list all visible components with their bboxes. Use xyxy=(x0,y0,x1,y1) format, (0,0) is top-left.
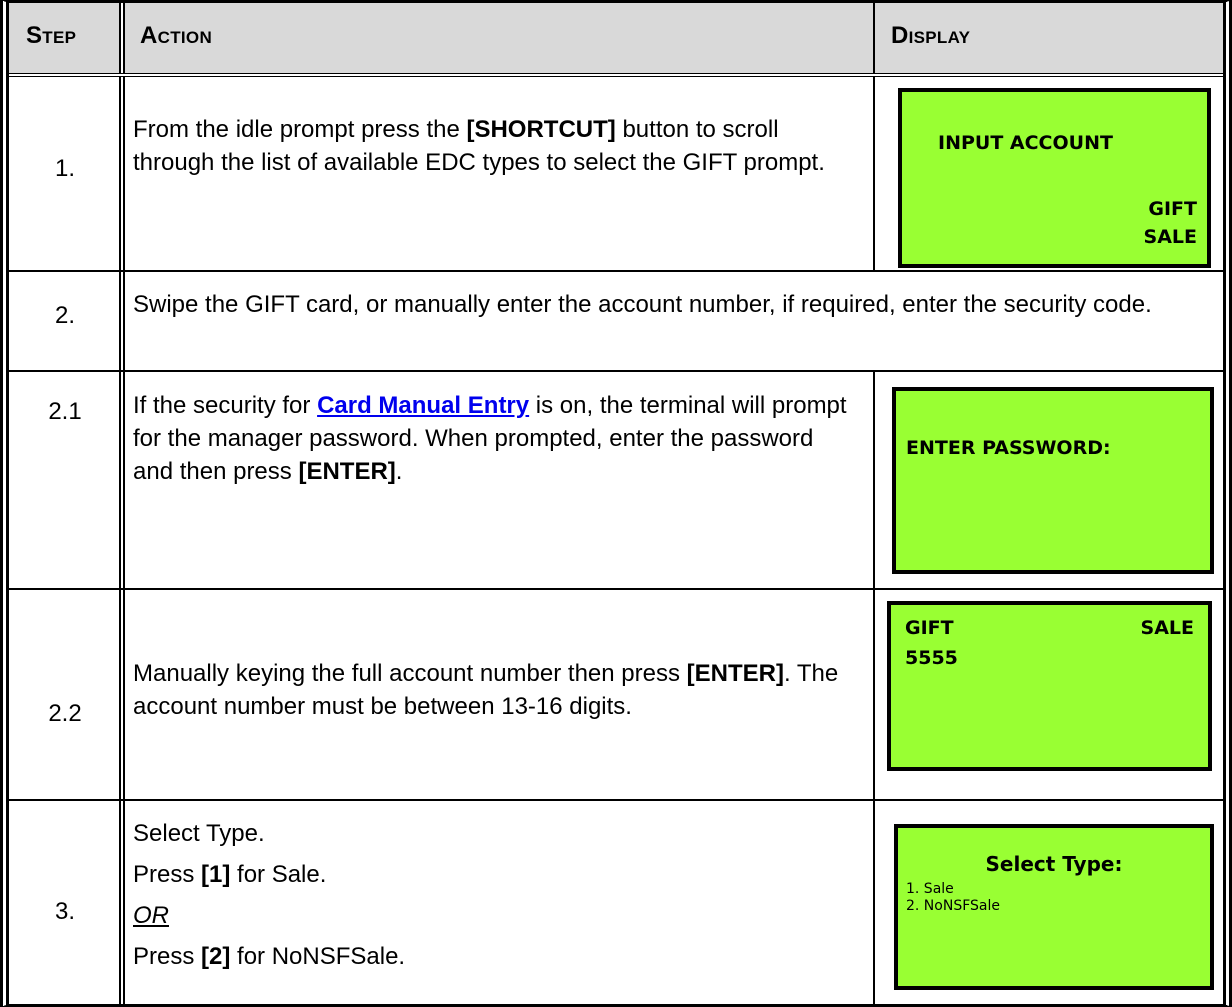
row-divider xyxy=(9,73,1223,77)
key-label: [SHORTCUT] xyxy=(466,116,616,143)
header-step: Step xyxy=(26,22,76,50)
lcd-line: SALE xyxy=(1143,226,1197,248)
key-label: [2] xyxy=(201,943,231,970)
action-text-part: From the idle prompt press the xyxy=(133,116,467,143)
action-line: Press [2] for NoNSFSale. xyxy=(133,936,853,977)
action-text: Select Type. Press [1] for Sale. OR Pres… xyxy=(133,813,853,977)
row-divider xyxy=(9,588,1223,590)
lcd-display: ENTER PASSWORD: xyxy=(892,387,1214,574)
step-number: 3. xyxy=(54,898,75,925)
col-divider xyxy=(873,3,875,271)
step-number: 2. xyxy=(54,302,75,329)
lcd-display: GIFT SALE 5555 xyxy=(887,601,1212,771)
action-text: From the idle prompt press the [SHORTCUT… xyxy=(133,113,853,179)
action-text: Swipe the GIFT card, or manually enter t… xyxy=(133,291,1152,318)
key-label: [ENTER] xyxy=(298,458,396,485)
action-text: If the security for Card Manual Entry is… xyxy=(133,389,858,488)
col-divider xyxy=(873,371,875,1004)
action-text-part: . xyxy=(395,458,403,485)
lcd-line-left: GIFT xyxy=(905,617,954,639)
card-manual-entry-link[interactable]: Card Manual Entry xyxy=(317,392,529,419)
lcd-display: Select Type: 1. Sale 2. NoNSFSale xyxy=(894,824,1214,990)
header-display: Display xyxy=(891,22,970,50)
action-text-part: Press xyxy=(133,943,202,970)
lcd-line: GIFT xyxy=(1148,198,1197,220)
lcd-line-right: SALE xyxy=(1140,617,1194,639)
header-display-text: Display xyxy=(891,22,971,49)
lcd-line: INPUT ACCOUNT xyxy=(938,132,1113,154)
key-label: [1] xyxy=(201,861,231,888)
lcd-title: Select Type: xyxy=(985,852,1123,876)
lcd-option: 2. NoNSFSale xyxy=(906,898,1000,914)
action-text-part: Manually keying the full account number … xyxy=(133,660,687,687)
header-step-text: Step xyxy=(26,22,77,49)
action-text-part: for NoNSFSale. xyxy=(230,943,406,970)
action-text: Manually keying the full account number … xyxy=(133,657,868,723)
lcd-display: INPUT ACCOUNT GIFT SALE xyxy=(898,88,1211,268)
action-text-part: Press xyxy=(133,861,202,888)
action-text-part: for Sale. xyxy=(230,861,327,888)
lcd-line: 5555 xyxy=(905,647,958,669)
action-line: OR xyxy=(133,895,853,936)
header-action-text: Action xyxy=(140,22,213,49)
row-divider xyxy=(9,270,1223,272)
row-divider xyxy=(9,370,1223,372)
lcd-line: ENTER PASSWORD: xyxy=(906,437,1111,459)
action-line: Press [1] for Sale. xyxy=(133,854,853,895)
action-line: Select Type. xyxy=(133,820,265,847)
step-number: 1. xyxy=(54,155,75,182)
action-text-part: If the security for xyxy=(133,392,318,419)
or-label: OR xyxy=(133,902,169,929)
step-number: 2.2 xyxy=(48,700,82,727)
header-action: Action xyxy=(140,22,212,50)
lcd-option: 1. Sale xyxy=(906,881,954,897)
col-divider xyxy=(119,3,125,1004)
key-label: [ENTER] xyxy=(686,660,784,687)
row-divider xyxy=(9,799,1223,801)
step-number: 2.1 xyxy=(48,398,82,425)
